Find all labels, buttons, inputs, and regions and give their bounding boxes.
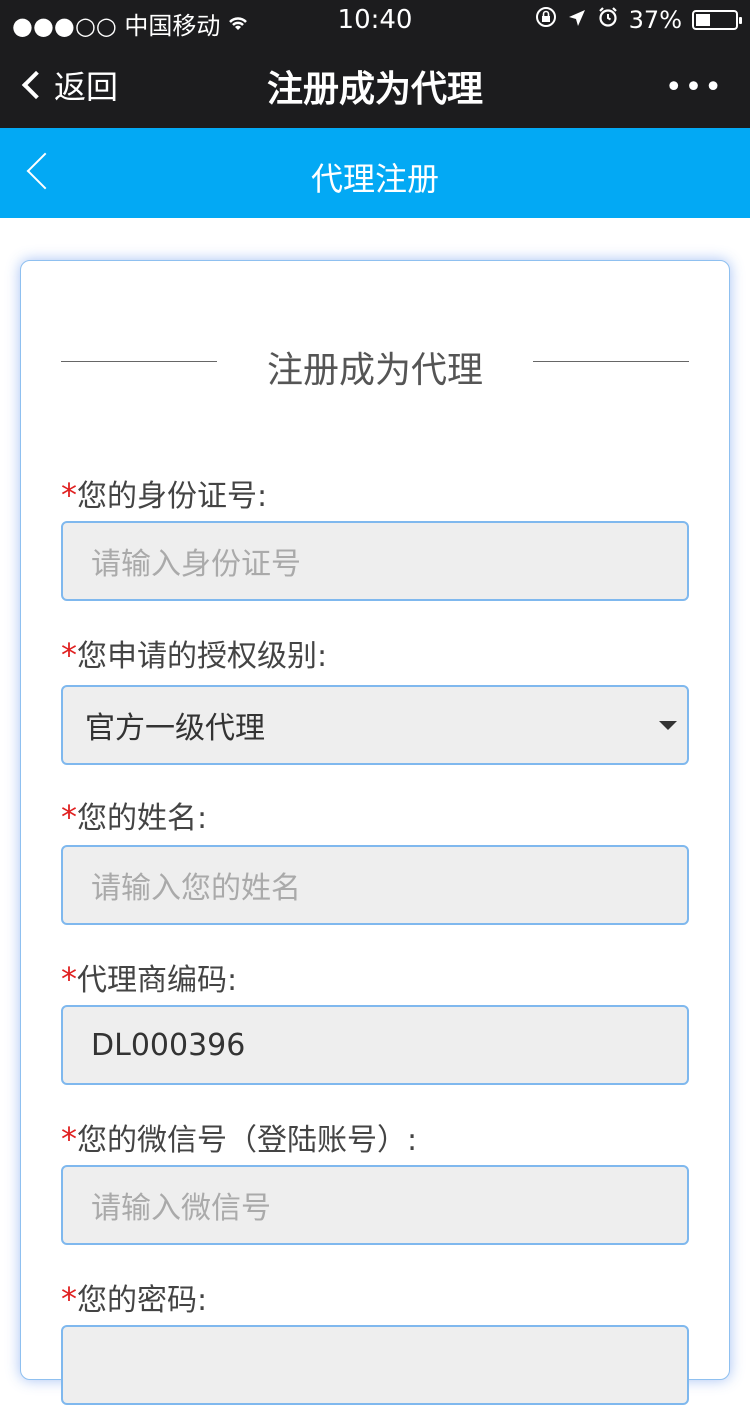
required-mark: * [61, 798, 77, 836]
password-label: *您的密码: [61, 1280, 208, 1318]
battery-percent: 37% [628, 6, 682, 34]
status-right: 37% [535, 6, 742, 34]
section-title: 注册成为代理 [266, 350, 483, 391]
required-mark: * [61, 476, 77, 514]
more-options-icon[interactable]: ••• [665, 70, 724, 105]
id-number-label: *您的身份证号: [61, 476, 268, 514]
location-icon [567, 6, 587, 34]
agent-code-label: *代理商编码: [61, 960, 238, 998]
auth-level-label: *您申请的授权级别: [61, 636, 328, 674]
registration-card: 注册成为代理 *您的身份证号: 请输入身份证号 *您申请的授权级别: 官方一级代… [20, 260, 730, 1405]
wechat-id-input[interactable]: 请输入微信号 [61, 1165, 689, 1245]
name-label: *您的姓名: [61, 798, 208, 836]
nav-title: 注册成为代理 [266, 69, 483, 110]
battery-icon [692, 10, 742, 30]
name-input[interactable]: 请输入您的姓名 [61, 845, 689, 925]
divider-right [533, 361, 689, 362]
password-input[interactable] [61, 1325, 689, 1405]
auth-level-value: 官方一级代理 [85, 711, 265, 746]
required-mark: * [61, 1120, 77, 1158]
page-title: 代理注册 [310, 160, 439, 198]
agent-code-input[interactable]: DL000396 [61, 1005, 689, 1085]
status-bar: ●●●○○ 中国移动 10:40 37% [0, 0, 750, 40]
auth-level-select[interactable]: 官方一级代理 [61, 685, 689, 765]
required-mark: * [61, 960, 77, 998]
wechat-id-label: *您的微信号（登陆账号）: [61, 1120, 418, 1158]
id-number-input[interactable]: 请输入身份证号 [61, 521, 689, 601]
section-heading: 注册成为代理 [61, 341, 689, 391]
wechat-nav-bar: 返回 注册成为代理 ••• [0, 40, 750, 128]
alarm-icon [597, 6, 619, 34]
caret-down-icon [659, 721, 677, 730]
page-header: 代理注册 [0, 128, 750, 218]
required-mark: * [61, 636, 77, 674]
rotation-lock-icon [535, 6, 557, 34]
required-mark: * [61, 1280, 77, 1318]
